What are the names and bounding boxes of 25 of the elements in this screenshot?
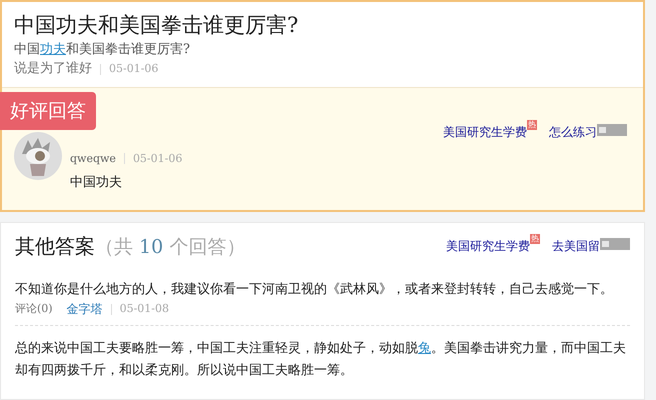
question-date: 05-01-06 — [109, 61, 158, 77]
asker-name: 说是为了谁好 — [14, 60, 92, 78]
ad-badge-icon — [597, 124, 627, 136]
hot-badge: 热 — [527, 120, 537, 130]
ad-link[interactable]: 美国研究生学费 — [443, 124, 527, 140]
avatar-icon — [14, 132, 62, 180]
answer-date: 05-01-06 — [132, 152, 182, 165]
text-link[interactable]: 功夫 — [40, 42, 66, 57]
text-link[interactable]: 兔 — [418, 341, 431, 356]
ad-link[interactable]: 怎么练习 — [549, 124, 597, 140]
user-name: qweqwe — [70, 152, 116, 165]
best-answer-tag: 好评回答 — [0, 92, 96, 130]
hot-badge: 热 — [530, 234, 540, 244]
answer-text: 总的来说中国工夫要略胜一筹，中国工夫注重轻灵，静如处子，动如脱兔。美国拳击讲究力量，而中国工夫却有四两拨千斤，和以柔克刚。所以说中国工夫略胜一筹。 — [15, 340, 627, 380]
section-heading: 其他答案（共 10 个回答） — [15, 232, 246, 260]
question-detail: 中国功夫和美国拳击谁更厉害? — [14, 41, 191, 59]
answer-date: 05-01-08 — [120, 301, 170, 317]
comments-link[interactable]: 评论(0) — [15, 301, 53, 317]
answer-text: 不知道你是什么地方的人，我建议你看一下河南卫视的《武林风》，或者来登封转转，自己去感觉一下。 — [15, 281, 614, 299]
ad-link[interactable]: 美国研究生学费 — [446, 238, 530, 254]
ad-link[interactable]: 去美国留 — [552, 238, 600, 254]
answer-text: 中国功夫 — [70, 174, 123, 191]
question-title: 中国功夫和美国拳击谁更厉害? — [14, 12, 300, 39]
ad-badge-icon — [600, 238, 630, 250]
user-link[interactable]: 金字塔 — [66, 301, 103, 317]
